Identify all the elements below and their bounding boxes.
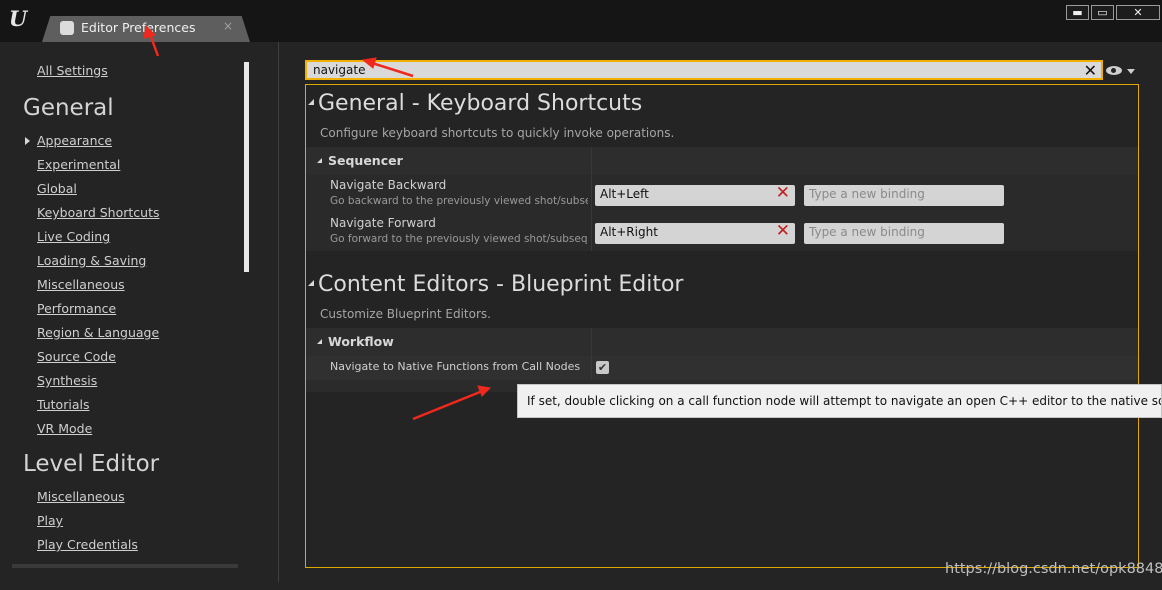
annotation-arrow-search [371,61,414,78]
annotation-arrowhead [361,57,377,69]
annotation-arrow-checkbox [412,390,481,421]
annotation-arrowhead [143,24,156,39]
annotation-arrow-tab [148,33,160,57]
annotation-arrowhead [477,385,492,397]
annotation-arrows [143,24,492,421]
